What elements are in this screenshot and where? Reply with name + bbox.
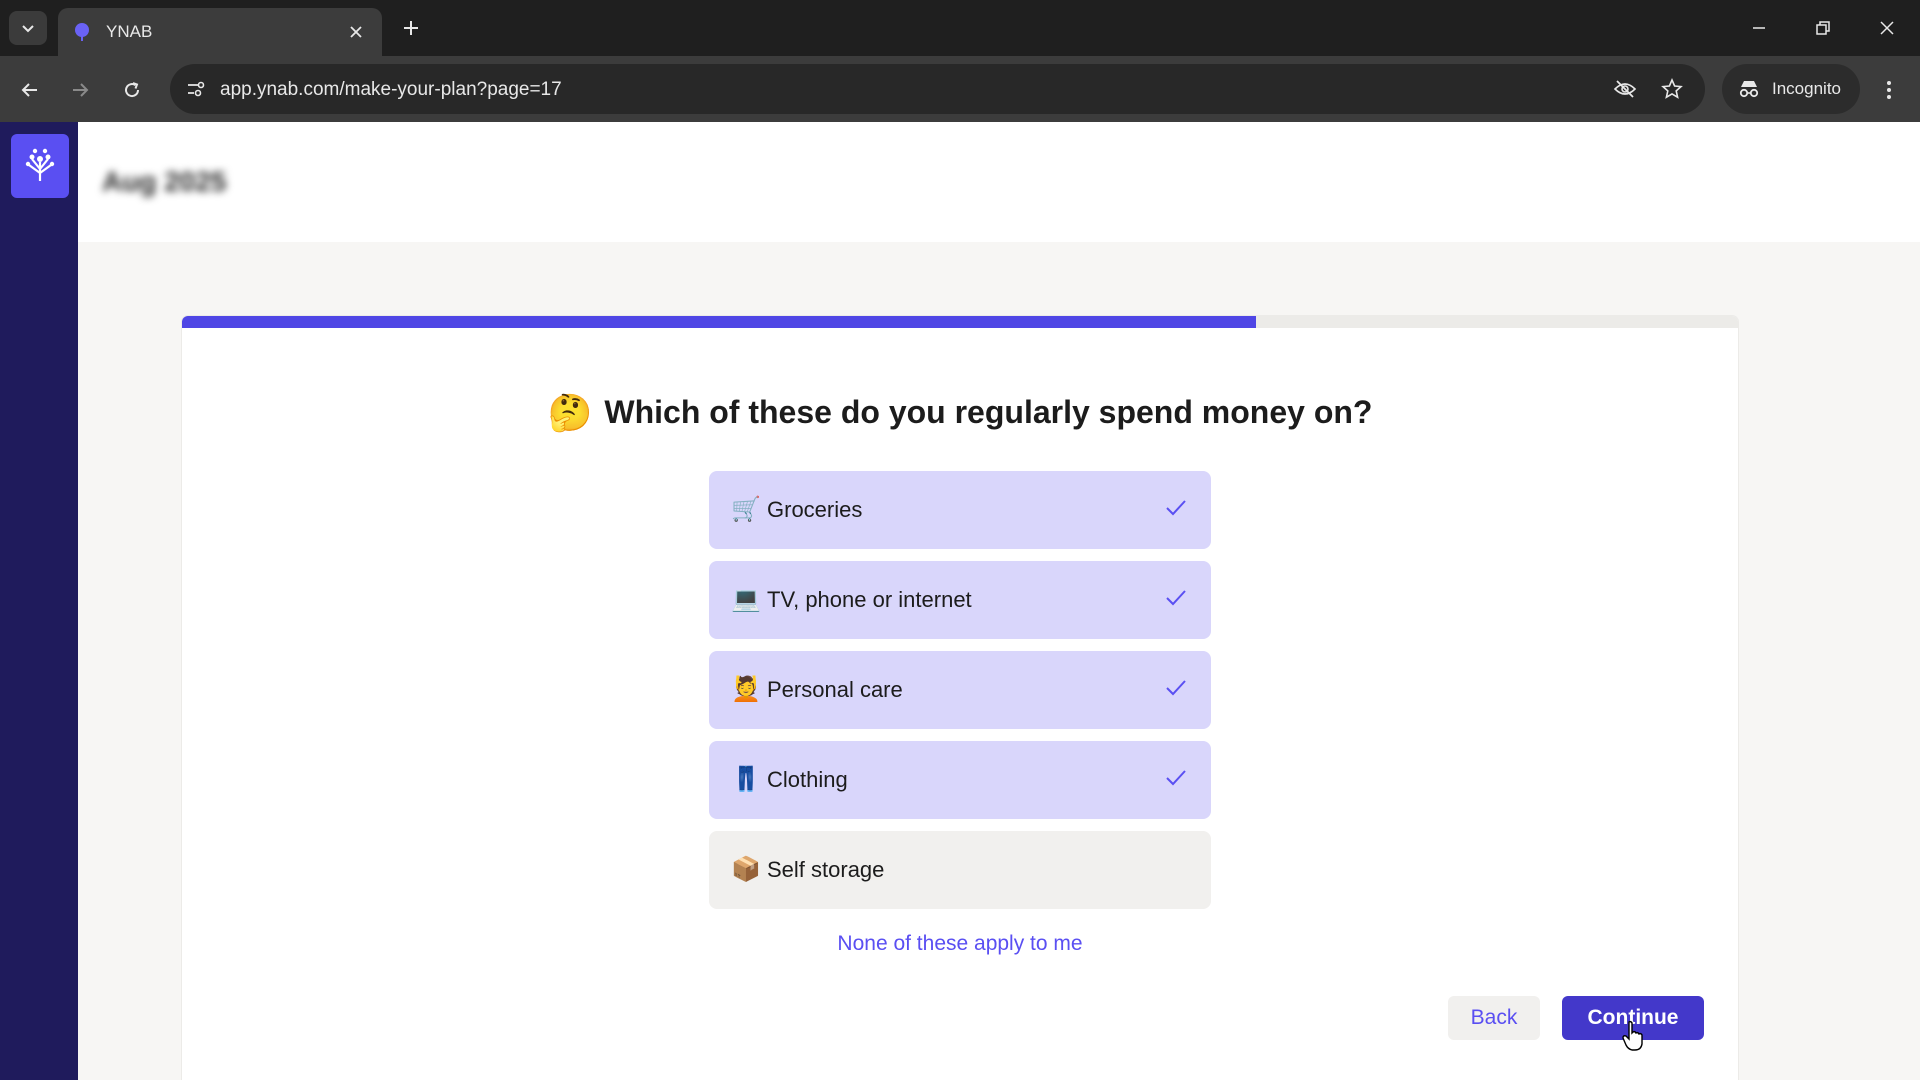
new-tab-button[interactable] (396, 13, 426, 43)
ynab-tree-icon (25, 148, 55, 181)
checkmark-icon (1166, 500, 1186, 516)
onboarding-card: 🤔 Which of these do you regularly spend … (182, 316, 1738, 1080)
app-header: Aug 2025 (78, 122, 1920, 242)
incognito-icon (1739, 81, 1759, 98)
arrow-right-icon (73, 83, 89, 97)
tab-close-icon[interactable] (344, 20, 368, 44)
progress-bar (182, 316, 1738, 328)
bookmark-star-icon[interactable] (1658, 76, 1686, 102)
arrow-left-icon (21, 83, 37, 97)
browser-tab-strip: YNAB (0, 0, 1920, 56)
progress-bar-fill (182, 316, 1256, 328)
month-title: Aug 2025 (102, 166, 227, 197)
personal-care-icon: 💆 (731, 676, 761, 703)
more-vertical-icon (1887, 81, 1891, 99)
jeans-icon: 👖 (731, 766, 761, 793)
thinking-face-icon: 🤔 (547, 391, 593, 433)
browser-tab[interactable]: YNAB (58, 8, 382, 56)
question-heading: 🤔 Which of these do you regularly spend … (182, 394, 1738, 431)
laptop-icon: 💻 (731, 586, 761, 613)
checkmark-icon (1166, 680, 1186, 696)
option-clothing[interactable]: 👖 Clothing (709, 741, 1211, 819)
options-list: 🛒 Groceries 💻 TV, phone or internet 💆 Pe… (709, 471, 1211, 921)
incognito-indicator[interactable]: Incognito (1722, 64, 1860, 114)
browser-menu-button[interactable] (1872, 72, 1906, 108)
tab-search-button[interactable] (9, 11, 47, 45)
plus-icon (404, 21, 418, 35)
ynab-logo-button[interactable] (11, 134, 69, 198)
package-icon: 📦 (731, 856, 761, 883)
url-text: app.ynab.com/make-your-plan?page=17 (220, 79, 562, 100)
reload-button[interactable] (114, 72, 150, 108)
eye-slash-icon[interactable] (1611, 76, 1639, 102)
question-text: Which of these do you regularly spend mo… (604, 394, 1373, 430)
checkmark-icon (1166, 770, 1186, 786)
option-label: Self storage (767, 857, 885, 882)
restore-button[interactable] (1800, 8, 1846, 48)
option-tv-phone-internet[interactable]: 💻 TV, phone or internet (709, 561, 1211, 639)
tab-title: YNAB (106, 22, 153, 41)
hand-cursor-icon (1622, 1020, 1643, 1051)
none-apply-container: None of these apply to me (182, 932, 1738, 956)
minimize-icon (1753, 27, 1765, 29)
minimize-button[interactable] (1736, 8, 1782, 48)
back-button[interactable]: Back (1448, 996, 1540, 1040)
option-label: Personal care (767, 677, 903, 702)
option-personal-care[interactable]: 💆 Personal care (709, 651, 1211, 729)
option-self-storage[interactable]: 📦 Self storage (709, 831, 1211, 909)
browser-toolbar: app.ynab.com/make-your-plan?page=17 Inco… (0, 56, 1920, 122)
forward-nav-button[interactable] (62, 72, 98, 108)
restore-icon (1816, 21, 1830, 35)
incognito-label: Incognito (1772, 79, 1841, 98)
option-groceries[interactable]: 🛒 Groceries (709, 471, 1211, 549)
chevron-down-icon (22, 25, 34, 33)
shopping-cart-icon: 🛒 (731, 496, 761, 523)
site-info-icon[interactable] (182, 76, 210, 102)
reload-icon (125, 82, 140, 98)
back-nav-button[interactable] (12, 72, 48, 108)
option-label: Groceries (767, 497, 863, 522)
close-icon (1880, 21, 1894, 35)
app-sidebar (0, 122, 78, 1080)
close-window-button[interactable] (1864, 8, 1910, 48)
ynab-favicon-icon (75, 23, 89, 41)
option-label: TV, phone or internet (767, 587, 972, 612)
none-apply-link[interactable]: None of these apply to me (837, 932, 1082, 955)
option-label: Clothing (767, 767, 848, 792)
checkmark-icon (1166, 590, 1186, 606)
address-bar[interactable]: app.ynab.com/make-your-plan?page=17 (170, 64, 1705, 114)
